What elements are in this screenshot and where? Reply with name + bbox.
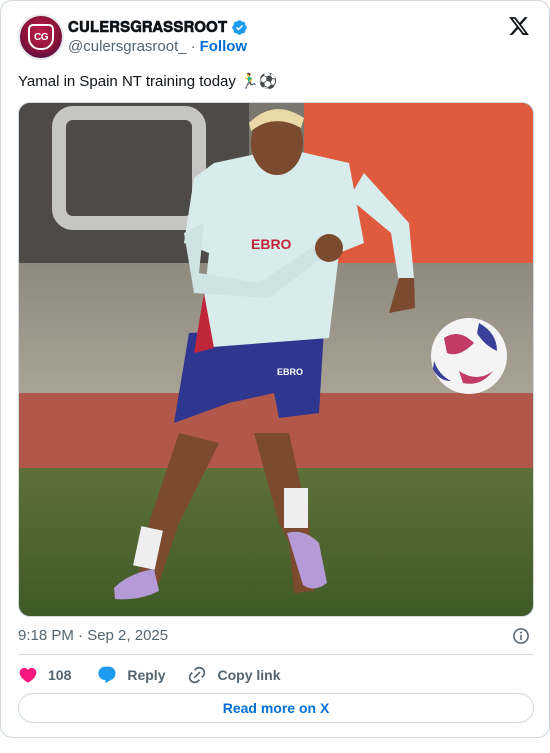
tweet-photo[interactable]: EBRO EBRO xyxy=(18,102,534,617)
author-name-row[interactable]: 𝐂𝐔𝐋𝐄𝐑𝐒𝐆𝐑𝐀𝐒𝐒𝐑𝐎𝐎𝐓 xyxy=(68,17,248,37)
football-training-photo: EBRO EBRO xyxy=(19,103,533,616)
action-bar: 108 Reply Copy link xyxy=(18,663,281,687)
reply-label: Reply xyxy=(127,667,166,683)
avatar-logo: CG xyxy=(28,24,54,50)
link-icon xyxy=(189,666,206,684)
read-more-button[interactable]: Read more on X xyxy=(18,693,534,723)
display-name[interactable]: 𝐂𝐔𝐋𝐄𝐑𝐒𝐆𝐑𝐀𝐒𝐒𝐑𝐎𝐎𝐓 xyxy=(68,19,227,36)
avatar[interactable]: CG xyxy=(18,14,64,60)
heart-icon xyxy=(19,667,37,683)
separator-dot: · xyxy=(190,38,196,55)
tweet-text: Yamal in Spain NT training today 🏃‍♂️⚽ xyxy=(18,73,278,90)
like-count: 108 xyxy=(48,667,72,683)
reply-button[interactable]: Reply xyxy=(97,665,165,685)
tweet-timestamp[interactable]: 9:18 PM · Sep 2, 2025 xyxy=(18,627,168,644)
divider xyxy=(18,654,534,655)
follow-button[interactable]: Follow xyxy=(200,38,248,55)
tweet-card: CG 𝐂𝐔𝐋𝐄𝐑𝐒𝐆𝐑𝐀𝐒𝐒𝐑𝐎𝐎𝐓 @culersgrasroot_ · Fo… xyxy=(0,0,550,738)
like-button[interactable]: 108 xyxy=(18,665,71,685)
shorts-sponsor-text: EBRO xyxy=(277,367,303,377)
info-icon[interactable] xyxy=(512,627,530,645)
copy-link-button[interactable]: Copy link xyxy=(187,665,281,685)
copy-link-label: Copy link xyxy=(217,667,281,683)
x-logo-icon[interactable] xyxy=(508,15,530,37)
author-handle[interactable]: @culersgrasroot_ xyxy=(68,38,187,55)
shirt-sponsor-text: EBRO xyxy=(251,236,292,252)
verified-badge-icon xyxy=(232,19,248,35)
author-handle-row: @culersgrasroot_ · Follow xyxy=(68,38,247,55)
speech-bubble-icon xyxy=(98,666,116,684)
